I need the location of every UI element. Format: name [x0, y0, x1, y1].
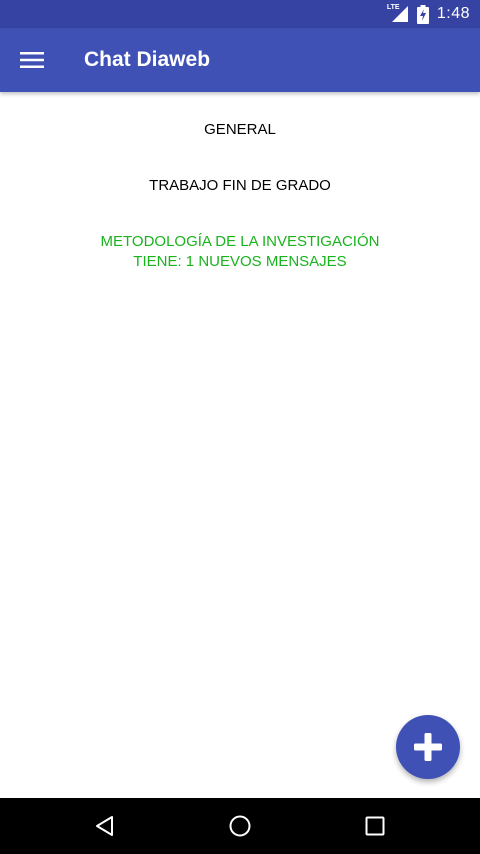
- chat-name: GENERAL: [204, 121, 276, 138]
- new-messages-count: TIENE: 1 NUEVOS MENSAJES: [133, 253, 347, 270]
- app-bar: Chat Diaweb: [0, 28, 480, 92]
- status-icons: LTE 1:48: [387, 0, 470, 28]
- recents-button[interactable]: [355, 806, 395, 846]
- home-button[interactable]: [220, 806, 260, 846]
- add-chat-button[interactable]: [396, 715, 460, 779]
- app-title: Chat Diaweb: [84, 48, 211, 71]
- lte-signal-icon: LTE: [387, 4, 409, 24]
- chat-name: METODOLOGÍA DE LA INVESTIGACIÓN: [100, 233, 380, 250]
- recents-icon: [365, 816, 385, 836]
- status-time: 1:48: [436, 5, 470, 22]
- battery-icon: [416, 4, 429, 24]
- chat-name: TRABAJO FIN DE GRADO: [149, 177, 331, 194]
- navigation-bar: [0, 798, 480, 854]
- plus-icon: [414, 733, 442, 761]
- back-button[interactable]: [85, 806, 125, 846]
- chat-item-trabajo-fin-de-grado[interactable]: TRABAJO FIN DE GRADO: [0, 176, 480, 196]
- home-icon: [229, 815, 251, 837]
- screen: LTE 1:48 Chat Diaweb GENERAL TRABAJO FIN…: [0, 0, 480, 854]
- hamburger-menu-icon: [20, 52, 44, 68]
- chat-item-metodologia[interactable]: METODOLOGÍA DE LA INVESTIGACIÓN TIENE: 1…: [0, 232, 480, 272]
- back-icon: [96, 816, 113, 836]
- menu-button[interactable]: [12, 40, 52, 80]
- status-bar: LTE 1:48: [0, 0, 480, 28]
- chat-item-general[interactable]: GENERAL: [0, 120, 480, 140]
